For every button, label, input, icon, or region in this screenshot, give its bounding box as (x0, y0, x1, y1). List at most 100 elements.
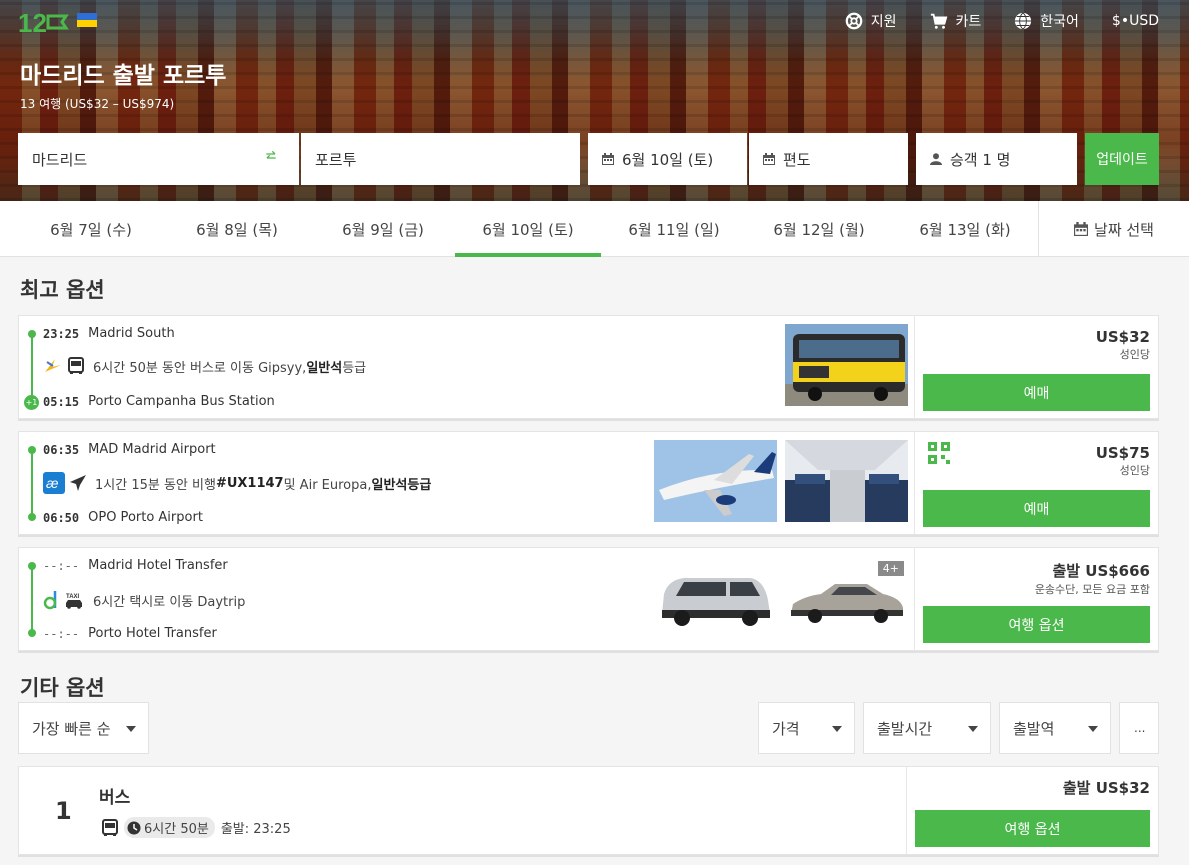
search-bar: 마드리드 포르투 6월 10일 (토) 편도 승객 1 명 업데이트 (18, 133, 1159, 185)
departure-time: 06:35 (43, 442, 80, 457)
page-title: 마드리드 출발 포르투 (20, 63, 227, 89)
arrival-time: 06:50 (43, 510, 80, 525)
trip-details: æ 1시간 15분 동안 비행 #UX1147 및 Air Europa, 일반… (43, 472, 431, 494)
trip-desc-pre: 6시간 50분 동안 버스로 이동 Gipsyy, (93, 360, 307, 376)
departure-place: Madrid South (88, 326, 175, 341)
bus-photo (785, 324, 908, 406)
van-photo (654, 556, 777, 638)
date-tab-4[interactable]: 6월 11일 (일) (601, 201, 747, 257)
svg-text:æ: æ (46, 475, 58, 491)
date-tab-5[interactable]: 6월 12일 (월) (746, 201, 892, 257)
date-tab-3[interactable]: 6월 10일 (토) (455, 201, 601, 257)
trip-options-button[interactable]: 여행 옵션 (915, 810, 1150, 847)
arrival-row: --:-- Porto Hotel Transfer (43, 626, 217, 641)
arrival-place: OPO Porto Airport (88, 510, 203, 525)
best-option-flight[interactable]: 06:35 MAD Madrid Airport æ 1시간 15분 동안 비행… (18, 431, 1159, 535)
qr-code-icon (928, 442, 950, 464)
date-tabs: 6월 7일 (수) 6월 8일 (목) 6월 9일 (금) 6월 10일 (토)… (0, 201, 1189, 257)
sort-dropdown[interactable]: 가장 빠른 순 (18, 702, 149, 754)
nav-cart-label: 카트 (955, 14, 982, 30)
station-filter-label: 출발역 (1013, 719, 1055, 738)
date-tab-1[interactable]: 6월 8일 (목) (164, 201, 310, 257)
date-field[interactable]: 6월 10일 (토) (588, 133, 747, 185)
arrival-time: 05:15 (43, 394, 80, 409)
nav-language[interactable]: 한국어 (1014, 10, 1079, 32)
more-filters-label: ... (1134, 721, 1146, 735)
to-field[interactable]: 포르투 (301, 133, 580, 185)
more-photos-badge[interactable]: 4+ (877, 561, 904, 576)
date-picker-label: 날짜 선택 (1094, 220, 1154, 239)
nav-support[interactable]: 지원 (845, 10, 897, 32)
arrival-place: Porto Hotel Transfer (88, 626, 217, 641)
caret-down-icon (832, 726, 842, 732)
trip-class: 일반석 (306, 360, 343, 376)
date-value: 6월 10일 (토) (622, 150, 714, 169)
departure-place: MAD Madrid Airport (88, 442, 216, 457)
date-tab-0[interactable]: 6월 7일 (수) (18, 201, 164, 257)
taxi-icon: TAXI (66, 594, 82, 609)
trip-class: 일반석등급 (371, 477, 432, 493)
date-picker-button[interactable]: 날짜 선택 (1038, 201, 1189, 257)
trip-options-button[interactable]: 여행 옵션 (923, 606, 1150, 643)
update-button[interactable]: 업데이트 (1085, 133, 1159, 185)
nav-cart[interactable]: 카트 (930, 10, 982, 32)
price-column: 출발 US$666 운송수단, 모든 요금 포함 여행 옵션 (914, 548, 1158, 650)
price-per: 운송수단, 모든 요금 포함 (1034, 583, 1150, 596)
gipsyy-logo-icon (45, 359, 61, 372)
caret-down-icon (1088, 726, 1098, 732)
best-options-title: 최고 옵션 (20, 278, 105, 302)
price-amount: 출발 US$32 (1062, 779, 1150, 797)
from-field[interactable]: 마드리드 (18, 133, 299, 185)
arrival-time: --:-- (43, 626, 80, 641)
nav-language-label: 한국어 (1040, 14, 1079, 30)
nav-currency-label: $•USD (1111, 13, 1159, 29)
bus-icon (68, 357, 84, 374)
top-navigation: 지원 카트 한국어 $•USD (812, 10, 1159, 32)
book-button[interactable]: 예매 (923, 490, 1150, 527)
departure-time: 23:25 (43, 326, 80, 341)
price-amount: US$32 (1095, 328, 1150, 346)
ukraine-flag-icon (77, 13, 97, 27)
cabin-photo (785, 440, 908, 522)
date-tab-2[interactable]: 6월 9일 (금) (310, 201, 456, 257)
calendar-icon (1074, 222, 1089, 236)
price-filter[interactable]: 가격 (758, 702, 855, 754)
price-amount: 출발 US$666 (1052, 562, 1150, 580)
trip-details: 6시간 50분 동안 버스로 이동 Gipsyy, 일반석 등급 (43, 356, 366, 376)
best-option-bus[interactable]: +1 23:25 Madrid South 6시간 50분 동안 버스로 이동 … (18, 315, 1159, 419)
departure-time: --:-- (43, 558, 80, 573)
trip-details: TAXI 6시간 택시로 이동 Daytrip (43, 590, 245, 610)
caret-down-icon (968, 726, 978, 732)
lifebuoy-icon (845, 12, 863, 30)
arrival-row: 05:15 Porto Campanha Bus Station (43, 394, 275, 409)
arrival-place: Porto Campanha Bus Station (88, 394, 275, 409)
to-value: 포르투 (315, 150, 357, 169)
return-field[interactable]: 편도 (749, 133, 908, 185)
price-filter-label: 가격 (772, 719, 800, 738)
price-amount: US$75 (1095, 444, 1150, 462)
departure-time-filter[interactable]: 출발시간 (863, 702, 991, 754)
passengers-field[interactable]: 승객 1 명 (916, 133, 1077, 185)
departure-place: Madrid Hotel Transfer (88, 558, 228, 573)
departure-filter-label: 출발시간 (877, 719, 933, 738)
brand-logo[interactable]: 12 (18, 6, 70, 38)
calendar-icon (602, 153, 614, 165)
route-timeline (31, 564, 33, 634)
departure-dot (28, 562, 36, 570)
result-rank: 1 (55, 797, 72, 825)
departure-row: --:-- Madrid Hotel Transfer (43, 558, 228, 573)
nav-currency[interactable]: $•USD (1112, 10, 1159, 32)
result-row-bus[interactable]: 1 버스 6시간 50분 출발: 23:25 출발 US$32 여행 옵션 (18, 766, 1159, 855)
swap-icon[interactable] (265, 150, 277, 162)
page-subtitle: 13 여행 (US$32 – US$974) (20, 97, 175, 111)
price-per: 성인당 (1119, 348, 1150, 361)
date-tab-6[interactable]: 6월 13일 (화) (892, 201, 1038, 257)
more-filters-button[interactable]: ... (1119, 702, 1159, 754)
departure-dot (28, 446, 36, 454)
station-filter[interactable]: 출발역 (999, 702, 1111, 754)
sedan-photo: 4+ (785, 556, 908, 638)
best-option-taxi[interactable]: --:-- Madrid Hotel Transfer TAXI 6시간 택시로… (18, 547, 1159, 651)
plane-photo (654, 440, 777, 522)
book-button[interactable]: 예매 (923, 374, 1150, 411)
sort-label: 가장 빠른 순 (32, 719, 111, 738)
